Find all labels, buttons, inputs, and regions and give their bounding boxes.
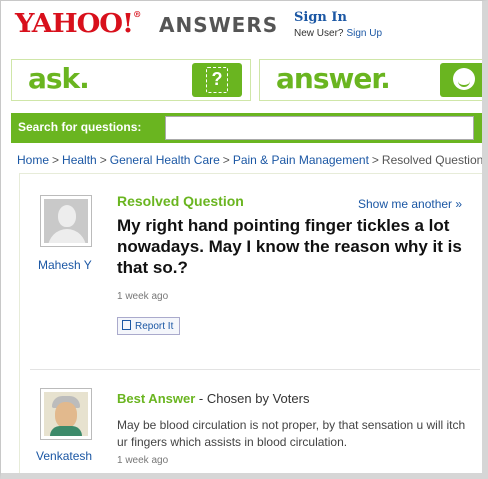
best-answer-label: Best Answer: [117, 391, 196, 406]
ask-tile[interactable]: ask. ?: [11, 59, 251, 101]
panel-border: [20, 173, 482, 174]
breadcrumb-separator: >: [371, 153, 379, 167]
breadcrumb-home[interactable]: Home: [17, 153, 49, 167]
breadcrumb-separator: >: [99, 153, 107, 167]
best-answer-header: Best Answer - Chosen by Voters: [117, 391, 309, 406]
ask-label: ask.: [28, 62, 90, 95]
question-mark-badge: ?: [192, 63, 242, 97]
answer-timestamp: 1 week ago: [117, 455, 169, 466]
answerer-avatar[interactable]: [40, 388, 92, 440]
answer-tile[interactable]: answer.: [259, 59, 482, 101]
asker-name[interactable]: Mahesh Y: [38, 258, 92, 272]
ask-answer-bar: ask. ? answer.: [11, 59, 482, 101]
answerer-name[interactable]: Venkatesh: [36, 449, 92, 463]
search-bar: Search for questions:: [11, 113, 482, 143]
answer-label: answer.: [276, 62, 391, 95]
breadcrumb-health[interactable]: Health: [62, 153, 97, 167]
chosen-by-text: - Chosen by Voters: [195, 391, 310, 406]
breadcrumb-pain-management[interactable]: Pain & Pain Management: [233, 153, 369, 167]
question-mark-icon: ?: [206, 67, 228, 93]
sign-up-link[interactable]: Sign Up: [346, 28, 382, 39]
registered-mark: ®: [132, 9, 141, 19]
smiley-badge: [440, 63, 482, 97]
logo-text: YAHOO!: [15, 9, 134, 39]
report-it-button[interactable]: Report It: [117, 317, 181, 335]
breadcrumb-general-health-care[interactable]: General Health Care: [110, 153, 220, 167]
default-user-icon: [44, 199, 88, 243]
breadcrumb: Home > Health > General Health Care > Pain & P…: [17, 153, 484, 167]
search-label: Search for questions:: [18, 120, 142, 134]
sign-in-link[interactable]: Sign In: [294, 10, 347, 25]
breadcrumb-separator: >: [222, 153, 230, 167]
flag-icon: [122, 320, 131, 330]
question-title: My right hand pointing finger tickles a …: [117, 216, 462, 277]
smiley-icon: [453, 68, 475, 90]
answerer-avatar-image: [44, 392, 88, 436]
answers-wordmark: ANSWERS: [159, 13, 279, 37]
new-user-label: New User?: [294, 28, 344, 39]
show-another-link[interactable]: Show me another »: [358, 197, 462, 211]
asker-avatar[interactable]: [40, 195, 92, 247]
section-divider: [30, 369, 480, 370]
resolved-question-label: Resolved Question: [117, 193, 244, 209]
question-panel: Mahesh Y Resolved Question Show me anoth…: [19, 173, 482, 473]
breadcrumb-current: Resolved Question: [381, 153, 484, 167]
yahoo-logo[interactable]: YAHOO!®: [15, 9, 141, 39]
report-label: Report It: [135, 321, 174, 332]
search-input[interactable]: [165, 116, 474, 140]
page-frame: YAHOO!® ANSWERS Sign In New User? Sign Up…: [0, 0, 488, 479]
breadcrumb-separator: >: [52, 153, 60, 167]
best-answer-text: May be blood circulation is not proper, …: [117, 418, 466, 449]
new-user-line: New User? Sign Up: [294, 28, 382, 39]
question-timestamp: 1 week ago: [117, 291, 169, 302]
header: YAHOO!® ANSWERS Sign In New User? Sign Up: [1, 1, 482, 51]
